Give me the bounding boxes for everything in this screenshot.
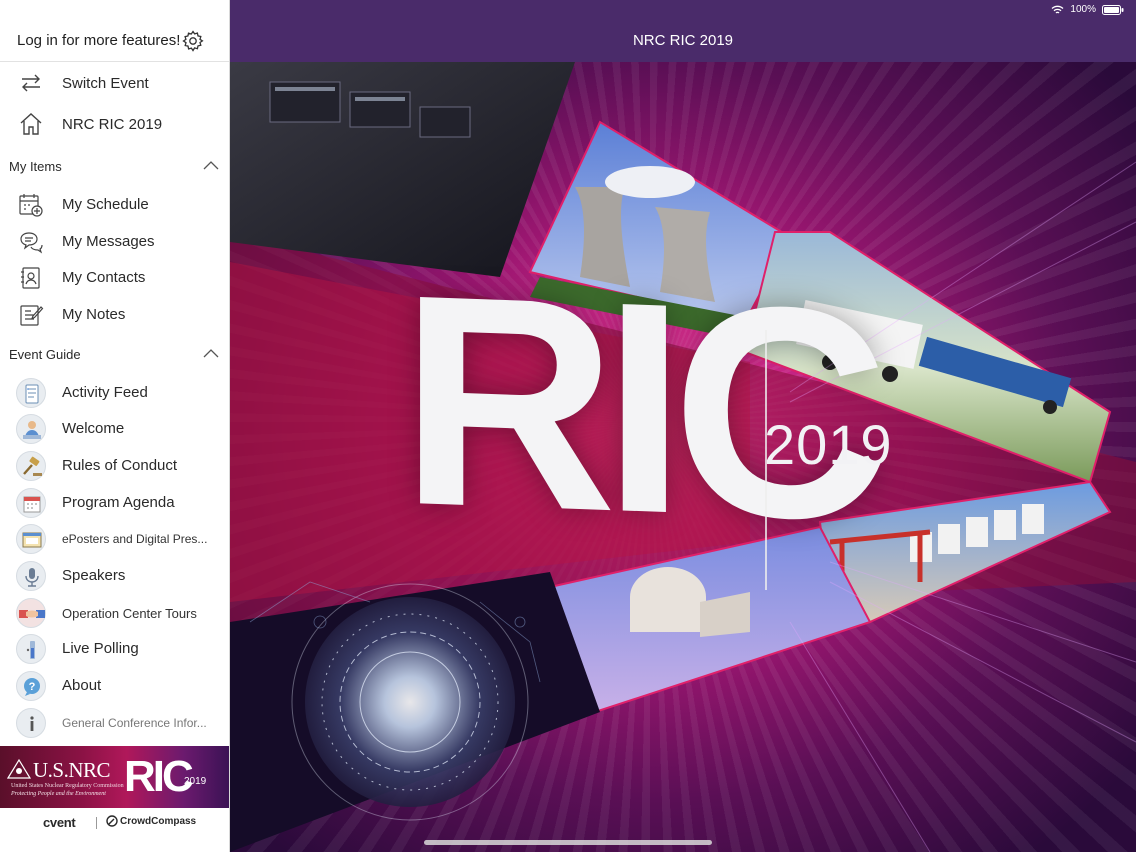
nrc-seal-icon	[6, 758, 32, 779]
poster-board-icon	[16, 524, 46, 554]
welcome-person-icon	[16, 414, 46, 444]
event-hero-image: RIC 2019	[230, 62, 1136, 852]
chevron-up-icon[interactable]	[203, 348, 219, 358]
activity-feed-icon	[16, 378, 46, 408]
nav-home-event[interactable]: NRC RIC 2019	[0, 104, 229, 144]
menu-item-activity-feed[interactable]: Activity Feed	[0, 375, 229, 411]
section-title: My Items	[9, 158, 62, 174]
menu-item-speakers[interactable]: Speakers	[0, 558, 229, 594]
chat-bubbles-icon	[20, 232, 43, 254]
menu-item-live-polling[interactable]: Live Polling	[0, 631, 229, 667]
sidebar: Log in for more features! Switch Event N…	[0, 0, 230, 852]
agenda-calendar-icon	[16, 488, 46, 518]
banner-agency: U.S.NRC	[33, 758, 111, 782]
chevron-up-icon[interactable]	[203, 160, 219, 170]
calendar-add-icon	[19, 194, 43, 217]
menu-item-my-messages[interactable]: My Messages	[0, 224, 229, 260]
menu-item-my-contacts[interactable]: My Contacts	[0, 260, 229, 296]
info-icon	[16, 708, 46, 738]
home-icon	[20, 113, 42, 135]
menu-item-rules-of-conduct[interactable]: Rules of Conduct	[0, 448, 229, 484]
microphone-icon	[16, 561, 46, 591]
menu-item-label: About	[62, 677, 102, 694]
gavel-icon	[16, 451, 46, 481]
menu-item-eposters[interactable]: ePosters and Digital Pres...	[0, 521, 229, 557]
menu-item-operation-center-tours[interactable]: Operation Center Tours	[0, 595, 229, 631]
crowdcompass-logo: CrowdCompass	[120, 816, 197, 827]
menu-item-label: My Notes	[62, 306, 126, 323]
login-prompt[interactable]: Log in for more features!	[17, 32, 180, 49]
nav-label: NRC RIC 2019	[62, 115, 163, 133]
menu-item-label: Speakers	[62, 567, 126, 584]
svg-text:?: ?	[29, 681, 36, 693]
menu-item-label: ePosters and Digital Pres...	[62, 532, 208, 546]
menu-item-label: Live Polling	[62, 640, 139, 657]
menu-item-about[interactable]: ? About	[0, 668, 229, 704]
page-title: NRC RIC 2019	[632, 32, 734, 49]
menu-item-label: My Contacts	[62, 269, 146, 286]
hero-logo-text: RIC	[400, 230, 875, 584]
banner-logo-year: 2019	[184, 776, 207, 787]
section-my-items[interactable]: My Items	[0, 152, 229, 180]
gear-icon[interactable]	[181, 29, 205, 53]
battery-percent: 100%	[1070, 4, 1096, 15]
event-banner[interactable]: U.S.NRC United States Nuclear Regulatory…	[0, 746, 229, 808]
banner-logo-text: RIC	[124, 752, 194, 801]
menu-item-label: General Conference Infor...	[62, 716, 207, 730]
nav-switch-event[interactable]: Switch Event	[0, 63, 229, 103]
switch-arrows-icon	[22, 74, 40, 92]
banner-tagline: Protecting People and the Environment	[11, 791, 106, 797]
wifi-icon	[1051, 5, 1064, 14]
hero-divider-line	[765, 330, 767, 590]
menu-item-label: My Schedule	[62, 196, 149, 213]
handshake-icon	[16, 598, 46, 628]
menu-item-my-schedule[interactable]: My Schedule	[0, 187, 229, 223]
section-title: Event Guide	[9, 346, 81, 362]
menu-item-label: Operation Center Tours	[62, 606, 197, 621]
footer-divider	[96, 817, 97, 829]
section-event-guide[interactable]: Event Guide	[0, 340, 229, 368]
menu-item-general-info[interactable]: General Conference Infor...	[0, 705, 229, 741]
top-bar: 100% NRC RIC 2019	[230, 0, 1136, 62]
notepad-icon	[20, 305, 44, 326]
contact-card-icon	[21, 267, 40, 289]
menu-item-my-notes[interactable]: My Notes	[0, 297, 229, 333]
cvent-logo: cvent	[43, 815, 76, 830]
sidebar-footer: cvent CrowdCompass	[0, 808, 229, 852]
home-indicator[interactable]	[424, 840, 712, 845]
menu-item-label: Rules of Conduct	[62, 457, 178, 474]
login-row[interactable]: Log in for more features!	[0, 20, 229, 62]
menu-item-label: Program Agenda	[62, 494, 175, 511]
menu-item-program-agenda[interactable]: Program Agenda	[0, 485, 229, 521]
menu-item-label: Welcome	[62, 420, 125, 437]
menu-item-label: Activity Feed	[62, 384, 148, 401]
hero-logo-year: 2019	[764, 413, 893, 476]
battery-icon	[1102, 4, 1124, 15]
status-bar: 100%	[1051, 4, 1124, 15]
menu-item-welcome[interactable]: Welcome	[0, 411, 229, 447]
main-content: 100% NRC RIC 2019 RIC 2019	[230, 0, 1136, 852]
banner-agency-full: United States Nuclear Regulatory Commiss…	[11, 783, 124, 789]
nav-label: Switch Event	[62, 74, 149, 92]
question-bubble-icon: ?	[16, 671, 46, 701]
polling-icon	[16, 634, 46, 664]
menu-item-label: My Messages	[62, 233, 155, 250]
crowdcompass-icon	[106, 815, 118, 827]
